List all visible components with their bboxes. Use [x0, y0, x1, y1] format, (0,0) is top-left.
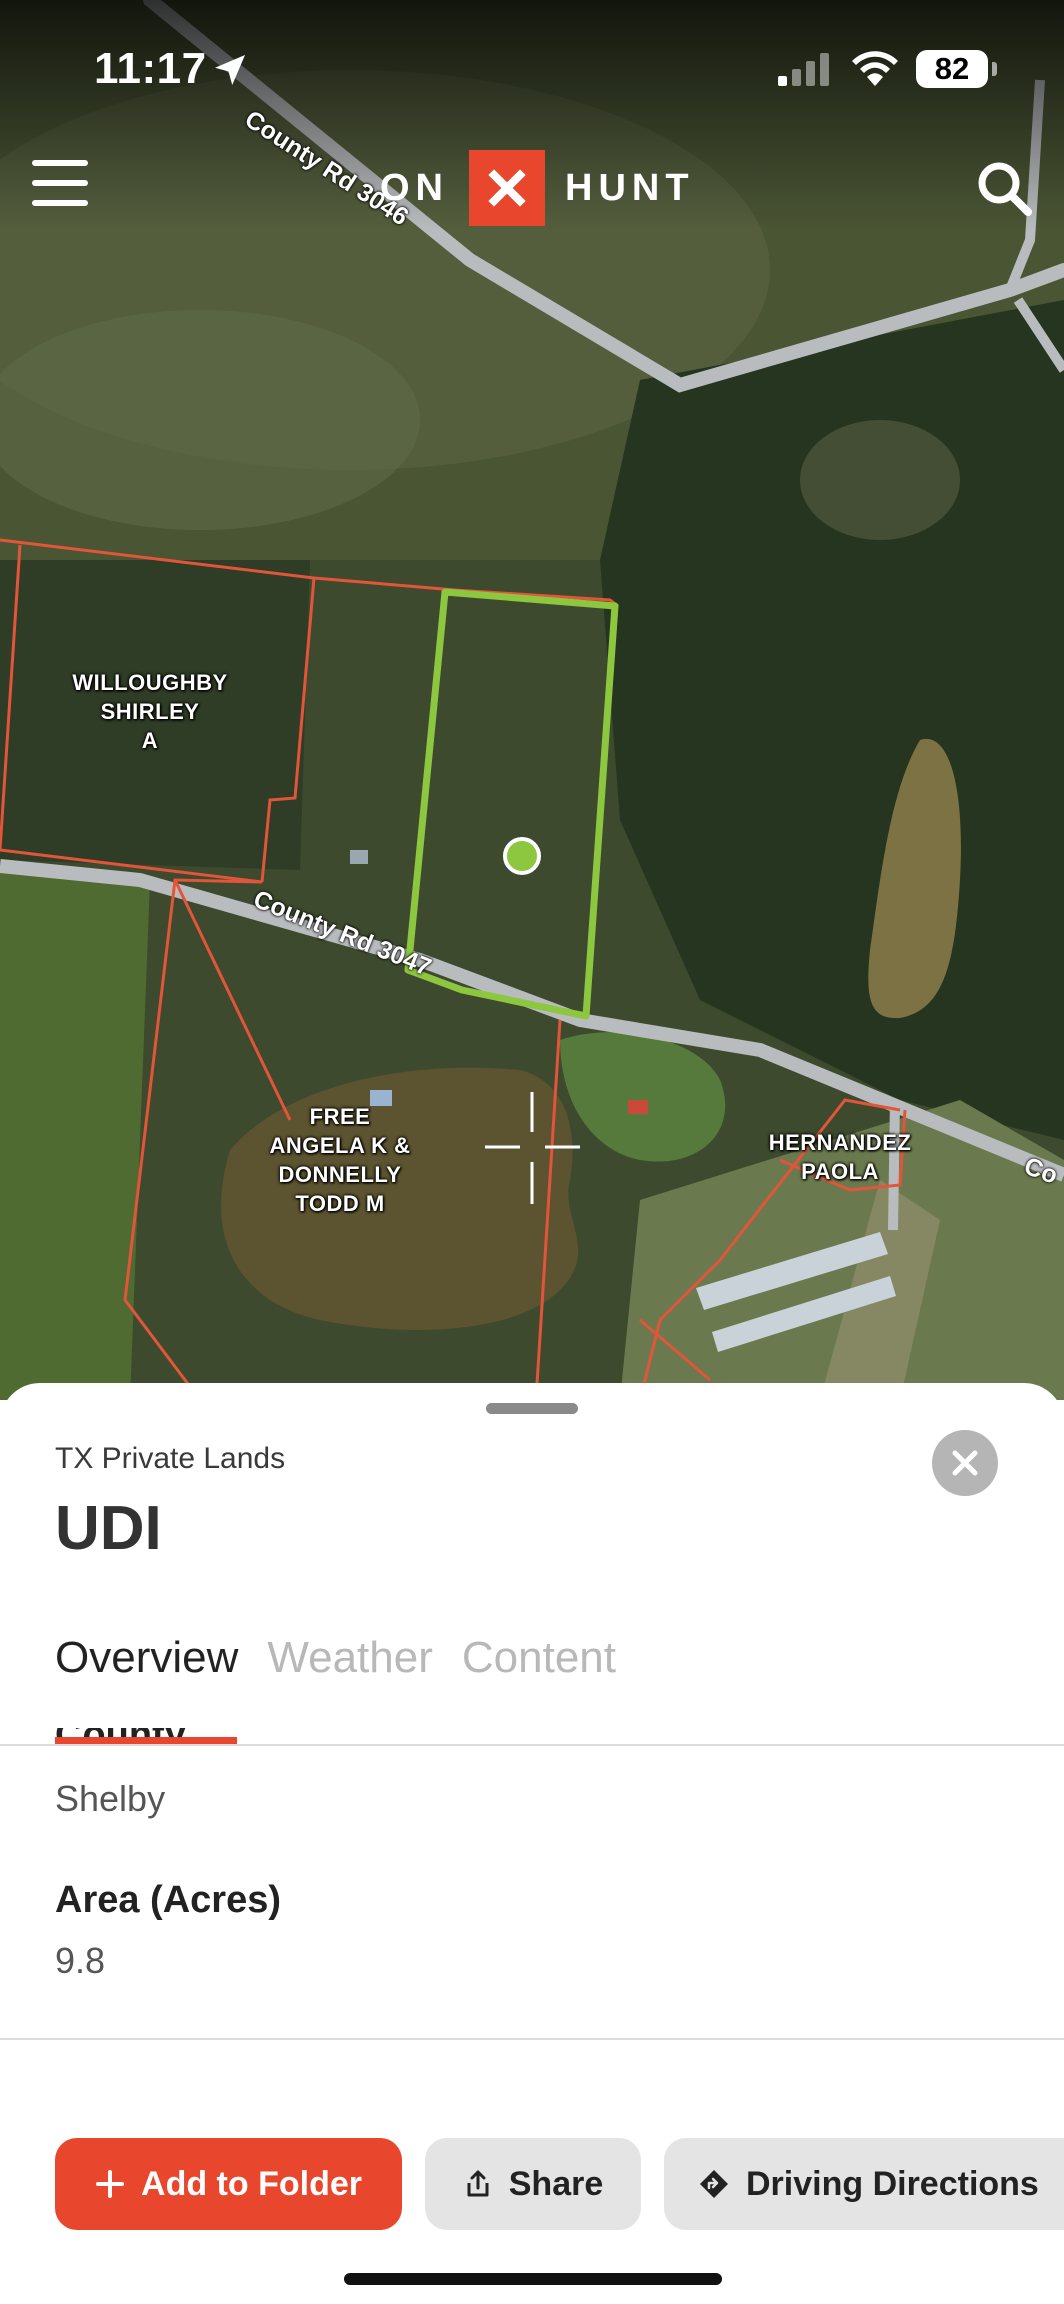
- tab-overview[interactable]: Overview: [55, 1633, 238, 1683]
- area-value: 9.8: [55, 1940, 106, 1981]
- area-label: Area (Acres): [55, 1879, 281, 1921]
- add-to-folder-label: Add to Folder: [141, 2164, 362, 2203]
- driving-directions-button[interactable]: Driving Directions: [664, 2138, 1064, 2230]
- search-icon[interactable]: [974, 158, 1034, 218]
- share-label: Share: [508, 2164, 604, 2203]
- content-divider: [0, 2038, 1064, 2040]
- share-icon: [467, 2170, 489, 2197]
- home-indicator[interactable]: [344, 2273, 722, 2285]
- cellular-signal-icon: [778, 53, 829, 86]
- status-time: 11:17: [94, 44, 207, 93]
- status-bar: 11:17 82: [0, 0, 1064, 130]
- logo-text-hunt: HUNT: [565, 166, 695, 209]
- county-value: Shelby: [55, 1778, 166, 1819]
- tab-content[interactable]: Content: [462, 1633, 616, 1683]
- tab-bar: Overview Weather Content: [55, 1633, 645, 1683]
- tab-divider: [0, 1744, 1064, 1746]
- parcel-detail-sheet: TX Private Lands UDI Overview Weather Co…: [0, 1383, 1064, 2304]
- hamburger-menu-icon[interactable]: [32, 160, 88, 214]
- sheet-grabber[interactable]: [486, 1403, 578, 1414]
- battery-icon: 82: [916, 50, 988, 88]
- directions-icon: [700, 2170, 728, 2198]
- parcel-owner-label: FREE ANGELA K & DONNELLY TODD M: [269, 1104, 411, 1216]
- driving-directions-label: Driving Directions: [746, 2164, 1039, 2203]
- battery-nub: [992, 62, 997, 76]
- plus-icon: [96, 2170, 125, 2198]
- tab-weather[interactable]: Weather: [267, 1633, 433, 1683]
- wifi-icon: [852, 51, 898, 86]
- close-icon: [952, 1450, 978, 1476]
- parcel-title: UDI: [55, 1494, 162, 1563]
- parcel-owner-label: HERNANDEZ PAOLA: [768, 1130, 912, 1184]
- logo-mark: [469, 150, 545, 226]
- active-tab-indicator: [55, 1737, 237, 1744]
- parcel-subtitle: TX Private Lands: [55, 1442, 286, 1475]
- onx-hunt-logo: ON HUNT: [380, 148, 695, 228]
- add-to-folder-button[interactable]: Add to Folder: [55, 2138, 402, 2230]
- close-button[interactable]: [932, 1430, 998, 1496]
- share-button[interactable]: Share: [425, 2138, 641, 2230]
- location-arrow-icon: [215, 55, 245, 85]
- parcel-owner-label: WILLOUGHBY SHIRLEY A: [72, 670, 228, 753]
- logo-text-on: ON: [380, 166, 449, 209]
- logo-x-icon: [488, 169, 526, 207]
